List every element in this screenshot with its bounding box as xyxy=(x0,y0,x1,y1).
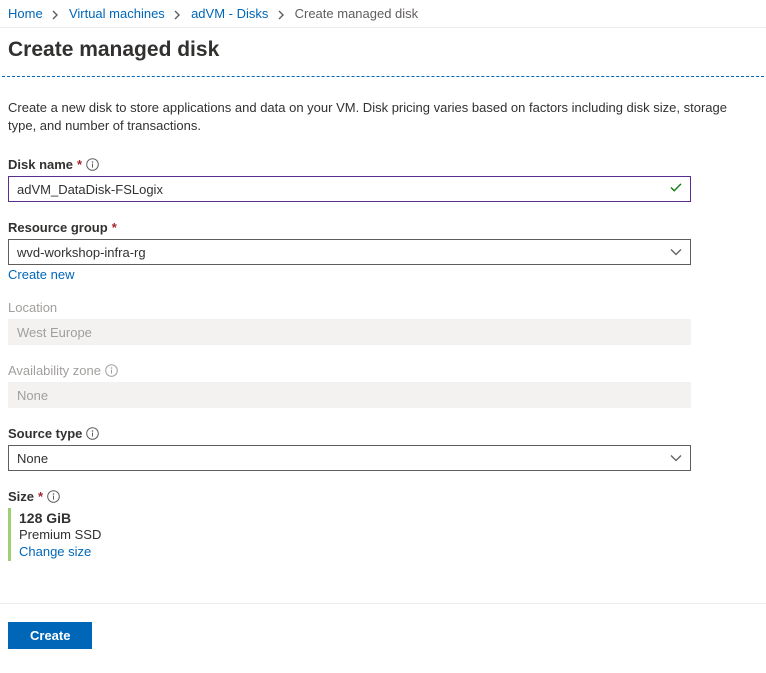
breadcrumb-virtual-machines[interactable]: Virtual machines xyxy=(69,6,165,21)
size-summary: 128 GiB Premium SSD Change size xyxy=(8,508,758,561)
source-type-label: Source type xyxy=(8,426,82,441)
divider-footer xyxy=(0,603,766,604)
resource-group-label: Resource group xyxy=(8,220,108,235)
change-size-link[interactable]: Change size xyxy=(19,544,91,559)
required-indicator: * xyxy=(112,220,117,235)
required-indicator: * xyxy=(77,157,82,172)
resource-group-select[interactable]: wvd-workshop-infra-rg xyxy=(8,239,691,265)
location-label: Location xyxy=(8,300,57,315)
info-icon[interactable] xyxy=(47,490,60,503)
size-tier: Premium SSD xyxy=(19,527,758,542)
field-source-type: Source type None xyxy=(8,426,758,471)
info-icon[interactable] xyxy=(86,158,99,171)
breadcrumb-current: Create managed disk xyxy=(295,6,419,21)
source-type-select[interactable]: None xyxy=(8,445,691,471)
size-label: Size xyxy=(8,489,34,504)
required-indicator: * xyxy=(38,489,43,504)
create-new-rg-link[interactable]: Create new xyxy=(8,267,74,282)
availability-zone-value-box: None xyxy=(8,382,691,408)
intro-text: Create a new disk to store applications … xyxy=(8,99,728,135)
size-value: 128 GiB xyxy=(19,510,758,526)
field-availability-zone: Availability zone None xyxy=(8,363,758,408)
breadcrumb-vm-disks[interactable]: adVM - Disks xyxy=(191,6,268,21)
location-value: West Europe xyxy=(17,325,92,340)
chevron-right-icon xyxy=(278,10,285,20)
disk-name-input[interactable] xyxy=(8,176,691,202)
page-title: Create managed disk xyxy=(8,38,766,62)
location-value-box: West Europe xyxy=(8,319,691,345)
info-icon[interactable] xyxy=(86,427,99,440)
breadcrumb-home[interactable]: Home xyxy=(8,6,43,21)
info-icon[interactable] xyxy=(105,364,118,377)
field-location: Location West Europe xyxy=(8,300,758,345)
source-type-value: None xyxy=(17,451,48,466)
availability-zone-label: Availability zone xyxy=(8,363,101,378)
field-disk-name: Disk name * xyxy=(8,157,758,202)
divider-dashed xyxy=(2,76,764,77)
availability-zone-value: None xyxy=(17,388,48,403)
breadcrumb: Home Virtual machines adVM - Disks Creat… xyxy=(0,0,766,28)
field-size: Size * 128 GiB Premium SSD Change size xyxy=(8,489,758,561)
resource-group-value: wvd-workshop-infra-rg xyxy=(17,245,146,260)
checkmark-icon xyxy=(669,181,683,198)
chevron-right-icon xyxy=(174,10,181,20)
field-resource-group: Resource group * wvd-workshop-infra-rg C… xyxy=(8,220,758,282)
chevron-right-icon xyxy=(52,10,59,20)
disk-name-label: Disk name xyxy=(8,157,73,172)
chevron-down-icon xyxy=(670,451,682,466)
create-button[interactable]: Create xyxy=(8,622,92,649)
chevron-down-icon xyxy=(670,245,682,260)
